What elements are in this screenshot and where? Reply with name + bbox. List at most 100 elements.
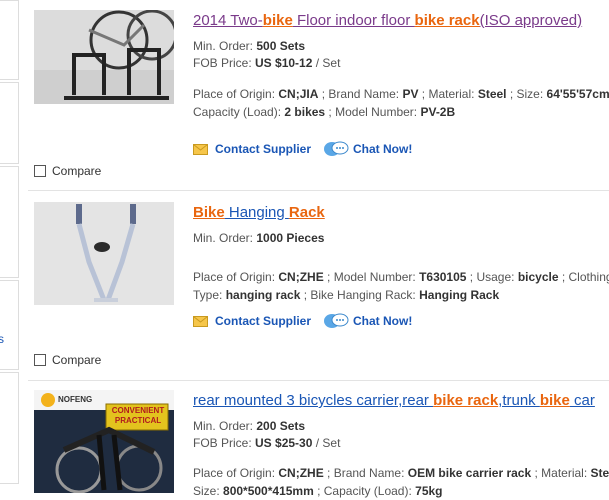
title-part: 2014 Two- xyxy=(193,12,263,29)
attr-text: ; Size: xyxy=(506,87,547,101)
attr-value: OEM bike carrier rack xyxy=(407,466,532,480)
compare-checkbox[interactable]: Compare xyxy=(34,353,101,367)
attr-value: CN;JIA xyxy=(278,87,319,101)
left-panel-box xyxy=(0,82,19,164)
title-keyword: bike rack xyxy=(433,392,499,409)
envelope-icon xyxy=(193,315,208,327)
compare-label: Compare xyxy=(52,353,102,367)
listing-actions: Contact Supplier Chat Now! xyxy=(193,312,412,330)
contact-supplier-link[interactable]: Contact Supplier xyxy=(215,314,311,328)
title-part: (ISO approved) xyxy=(479,12,583,29)
left-panel-box xyxy=(0,166,19,278)
title-part: ,trunk xyxy=(498,392,540,409)
min-order-value: 200 Sets xyxy=(256,419,306,433)
listing-info: Bike Hanging Rack Min. Order: 1000 Piece… xyxy=(193,204,609,304)
left-panel-box xyxy=(0,280,19,370)
product-title-link[interactable]: Bike Hanging Rack xyxy=(193,204,609,222)
attributes-line: Type: hanging rack ; Bike Hanging Rack: … xyxy=(193,286,609,304)
attr-text: ; Clothing xyxy=(558,270,609,284)
attr-text: ; Bike Hanging Rack: xyxy=(300,288,420,302)
attr-text: ; Capacity (Load): xyxy=(313,484,416,498)
checkbox-square[interactable] xyxy=(34,354,46,366)
fob-price: FOB Price: US $25-30 / Set xyxy=(193,435,609,452)
listing-1: 2014 Two-bike Floor indoor floor bike ra… xyxy=(28,0,609,190)
min-order-label: Min. Order: xyxy=(193,39,257,53)
product-image[interactable] xyxy=(34,10,174,104)
min-order-label: Min. Order: xyxy=(193,419,257,433)
compare-checkbox[interactable]: Compare xyxy=(34,164,101,178)
attributes-line: Place of Origin: CN;ZHE ; Brand Name: OE… xyxy=(193,464,609,482)
title-keyword: Bike xyxy=(193,204,225,221)
attr-value: 64'55'57cm xyxy=(546,87,609,101)
attr-value: Steel xyxy=(590,466,609,480)
attr-value: 800*500*415mm xyxy=(223,484,314,498)
fob-unit: / Set xyxy=(312,56,341,70)
attr-value: 2 bikes xyxy=(284,105,326,119)
min-order-value: 1000 Pieces xyxy=(256,231,325,245)
product-image[interactable]: NOFENG CONVENIENT PRACTICAL xyxy=(34,390,174,493)
attr-text: Size: xyxy=(193,484,224,498)
min-order: Min. Order: 200 Sets xyxy=(193,418,609,435)
title-part: rear mounted 3 bicycles carrier,rear xyxy=(193,392,434,409)
attr-value: bicycle xyxy=(517,270,559,284)
attributes-line: Place of Origin: CN;ZHE ; Model Number: … xyxy=(193,268,609,286)
chat-bubble-icon xyxy=(324,313,349,328)
product-title-link[interactable]: 2014 Two-bike Floor indoor floor bike ra… xyxy=(193,12,609,30)
attributes-line: Capacity (Load): 2 bikes ; Model Number:… xyxy=(193,103,609,121)
min-order-value: 500 Sets xyxy=(256,39,306,53)
attr-text: ; Usage: xyxy=(466,270,518,284)
hanging-bike-rack-image xyxy=(34,202,174,305)
product-image[interactable] xyxy=(34,202,174,305)
left-link[interactable]: s xyxy=(0,332,4,346)
attr-text: ; Material: xyxy=(531,466,591,480)
attr-text: ; Model Number: xyxy=(325,105,421,119)
attr-text: ; Brand Name: xyxy=(318,87,403,101)
product-title-link[interactable]: rear mounted 3 bicycles carrier,rear bik… xyxy=(193,392,609,410)
attr-text: Type: xyxy=(193,288,226,302)
attr-text: ; Model Number: xyxy=(323,270,420,284)
left-column: s xyxy=(0,0,20,493)
fob-price: FOB Price: US $10-12 / Set xyxy=(193,55,609,72)
title-keyword: bike rack xyxy=(414,12,480,29)
fob-value: US $25-30 xyxy=(255,436,313,450)
attr-value: hanging rack xyxy=(225,288,301,302)
listing-2: Bike Hanging Rack Min. Order: 1000 Piece… xyxy=(28,190,609,380)
chat-now-link[interactable]: Chat Now! xyxy=(353,314,412,328)
image-badge-text: CONVENIENT PRACTICAL xyxy=(108,406,168,426)
attr-value: CN;ZHE xyxy=(278,466,324,480)
attributes-line: Place of Origin: CN;JIA ; Brand Name: PV… xyxy=(193,85,609,103)
chat-now-link[interactable]: Chat Now! xyxy=(353,142,412,156)
attributes-line: Size: 800*500*415mm ; Capacity (Load): 7… xyxy=(193,482,609,500)
attr-text: Place of Origin: xyxy=(193,87,279,101)
title-keyword: bike xyxy=(539,392,570,409)
badge-line: CONVENIENT xyxy=(111,406,165,415)
envelope-icon xyxy=(193,143,208,155)
attr-value: Hanging Rack xyxy=(419,288,500,302)
attr-text: Place of Origin: xyxy=(193,466,279,480)
left-panel-box xyxy=(0,0,19,80)
fob-value: US $10-12 xyxy=(255,56,313,70)
listing-actions: Contact Supplier Chat Now! xyxy=(193,140,412,158)
attr-value: PV xyxy=(402,87,419,101)
fob-label: FOB Price: xyxy=(193,56,256,70)
title-keyword: Rack xyxy=(288,204,325,221)
floor-bike-rack-image xyxy=(34,10,174,104)
attr-value: Steel xyxy=(477,87,507,101)
title-keyword: bike xyxy=(262,12,293,29)
fob-unit: / Set xyxy=(312,436,341,450)
attr-text: Place of Origin: xyxy=(193,270,279,284)
attr-value: PV-2B xyxy=(420,105,456,119)
title-part: Floor indoor floor xyxy=(292,12,415,29)
left-panel-box xyxy=(0,372,19,484)
title-part: car xyxy=(569,392,595,409)
image-brand-text: NOFENG xyxy=(58,395,93,404)
title-part: Hanging xyxy=(224,204,289,221)
checkbox-square[interactable] xyxy=(34,165,46,177)
attr-text: ; Material: xyxy=(418,87,478,101)
listing-info: 2014 Two-bike Floor indoor floor bike ra… xyxy=(193,12,609,121)
compare-label: Compare xyxy=(52,164,102,178)
min-order: Min. Order: 500 Sets xyxy=(193,38,609,55)
contact-supplier-link[interactable]: Contact Supplier xyxy=(215,142,311,156)
badge-line: PRACTICAL xyxy=(114,416,162,425)
min-order: Min. Order: 1000 Pieces xyxy=(193,230,609,247)
